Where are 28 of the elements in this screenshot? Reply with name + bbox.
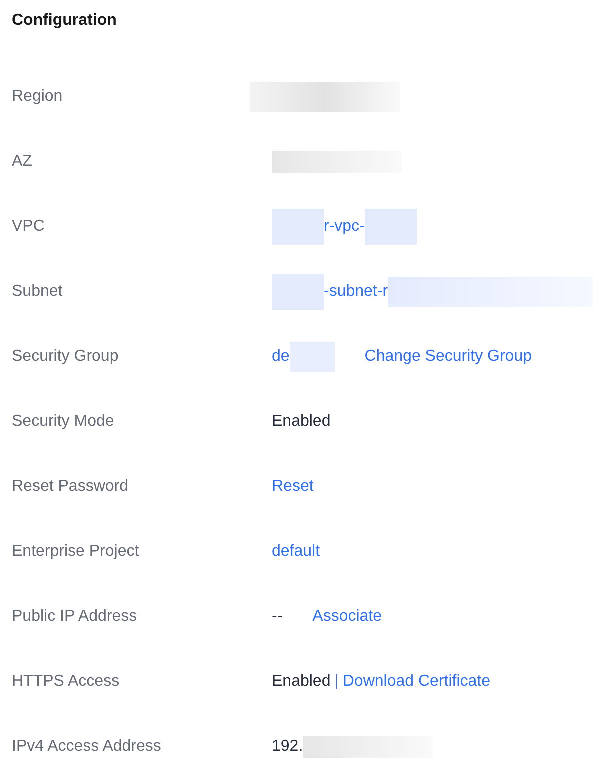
- field-label: VPC: [11, 216, 46, 236]
- value-text: 192.: [272, 736, 304, 756]
- section-title: Configuration: [11, 11, 118, 31]
- link[interactable]: r-vpc-: [324, 214, 365, 238]
- action-link[interactable]: Associate: [312, 604, 382, 628]
- redaction-mask: [272, 208, 324, 244]
- value-text: Enabled: [272, 672, 331, 692]
- action-link[interactable]: Change Security Group: [364, 344, 532, 368]
- link[interactable]: default: [272, 540, 320, 564]
- field-label: Subnet: [11, 282, 64, 302]
- field-label: IPv4 Access Address: [11, 736, 162, 756]
- field-label: Public IP Address: [11, 606, 138, 626]
- link[interactable]: -subnet-r: [324, 280, 388, 304]
- link[interactable]: de: [272, 344, 290, 368]
- field-label: Security Mode: [11, 412, 116, 432]
- link[interactable]: Download Certificate: [342, 670, 490, 694]
- link[interactable]: Reset: [272, 474, 314, 498]
- field-label: AZ: [11, 152, 34, 172]
- redaction-mask: [364, 208, 417, 244]
- separator: |: [334, 672, 339, 692]
- field-label: HTTPS Access: [11, 672, 121, 692]
- field-label: Enterprise Project: [11, 542, 140, 562]
- field-label: Security Group: [11, 346, 120, 366]
- field-label: Reset Password: [11, 476, 130, 496]
- redaction-mask: [272, 274, 324, 310]
- value-text: --: [272, 606, 283, 626]
- field-label: Region: [11, 86, 64, 106]
- value-text: Enabled: [272, 412, 331, 432]
